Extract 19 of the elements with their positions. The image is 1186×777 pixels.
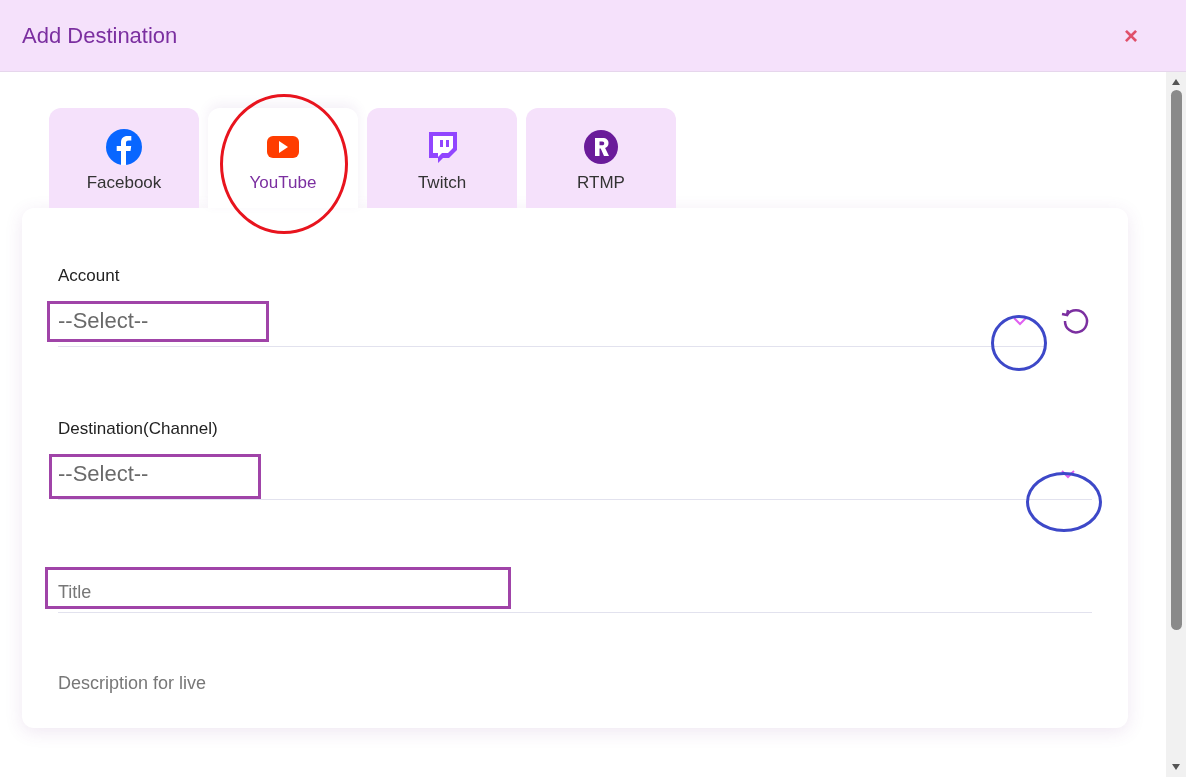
field-label: Account (58, 266, 121, 286)
platform-tab[interactable]: Twitch (367, 108, 517, 208)
platform-tab[interactable]: YouTube (208, 108, 358, 208)
letter-r-icon (583, 128, 619, 165)
platform-tab[interactable]: Facebook (49, 108, 199, 208)
chevron-down-icon (1012, 316, 1028, 326)
facebook-icon (106, 128, 142, 165)
destination-select[interactable]: --Select-- (58, 449, 1092, 500)
chevron-down-icon (1060, 469, 1076, 479)
description-input[interactable]: Description for live (58, 673, 1092, 728)
annotation-circle (991, 315, 1047, 371)
scrollbar-thumb[interactable] (1170, 90, 1182, 630)
scrollbar[interactable] (1166, 72, 1186, 777)
field-label: Destination(Channel) (58, 419, 219, 439)
dialog-title: Add Destination (22, 22, 178, 49)
scroll-down-icon[interactable] (1171, 763, 1181, 771)
scroll-up-icon[interactable] (1171, 78, 1181, 86)
account-select[interactable]: --Select-- (58, 296, 1044, 347)
platform-tab[interactable]: RTMP (526, 108, 676, 208)
